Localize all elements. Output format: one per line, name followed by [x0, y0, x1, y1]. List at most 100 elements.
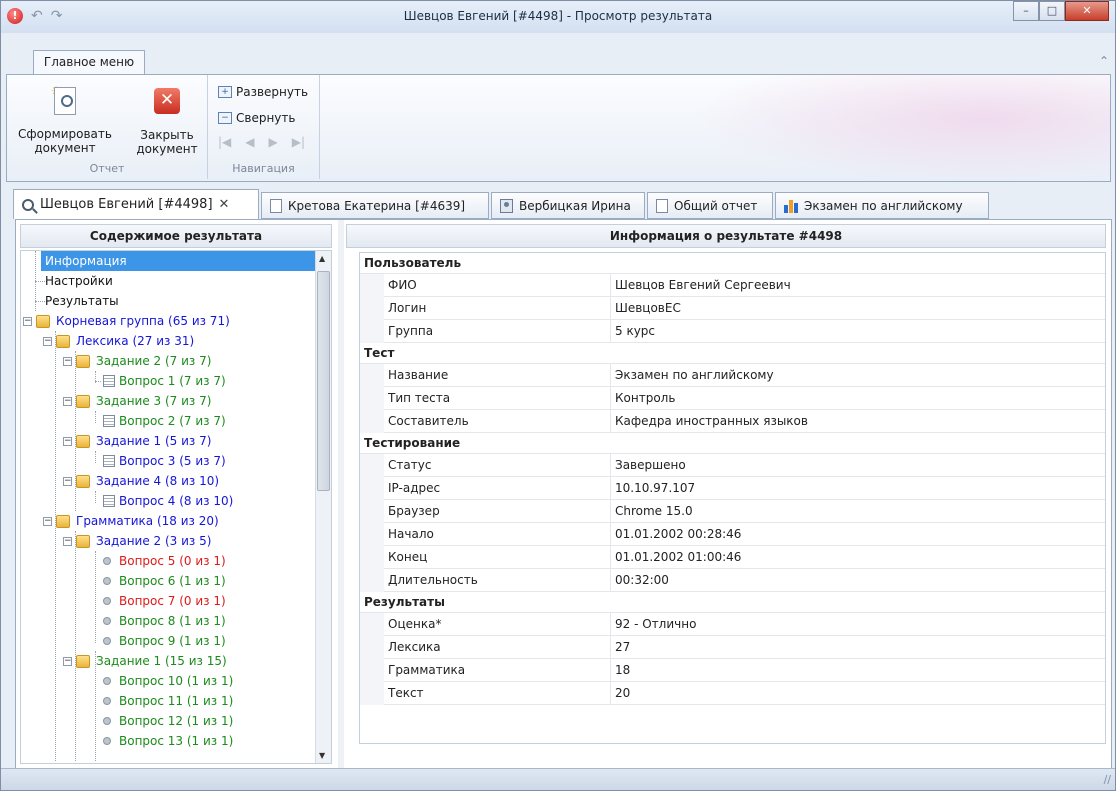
tree-item-question[interactable]: Вопрос 7 (0 из 1)	[103, 591, 226, 611]
info-row: Оценка* 92 - Отлично	[384, 613, 1105, 636]
section-testing: Тестирование	[360, 433, 1105, 454]
first-record-icon[interactable]: |◀	[218, 135, 231, 149]
navigation-buttons: |◀ ◀ ▶ ▶|	[218, 135, 305, 149]
collapse-node-icon[interactable]: −	[43, 336, 52, 346]
info-value: 10.10.97.107	[610, 477, 695, 499]
next-record-icon[interactable]: ▶	[269, 135, 278, 149]
info-key: Логин	[388, 301, 427, 315]
previous-record-icon[interactable]: ◀	[245, 135, 254, 149]
scroll-down-icon[interactable]: ▼	[319, 751, 325, 760]
collapse-node-icon[interactable]: −	[63, 396, 72, 406]
folder-icon	[76, 474, 90, 488]
info-value: Chrome 15.0	[610, 500, 693, 522]
tree-item-question[interactable]: Вопрос 2 (7 из 7)	[95, 411, 226, 431]
tab-main-menu[interactable]: Главное меню	[33, 50, 145, 75]
expand-button[interactable]: + Развернуть	[218, 85, 308, 99]
info-key: Начало	[388, 527, 434, 541]
tab-english-exam[interactable]: Экзамен по английскому	[775, 192, 989, 219]
title-bar: ! ↶ ↷ Шевцов Евгений [#4498] - Просмотр …	[1, 1, 1115, 33]
info-key: Лексика	[388, 640, 441, 654]
tree-item-question[interactable]: Вопрос 6 (1 из 1)	[103, 571, 226, 591]
info-value: 92 - Отлично	[610, 613, 696, 635]
close-window-button[interactable]: ✕	[1065, 1, 1109, 21]
collapse-node-icon[interactable]: −	[63, 476, 72, 486]
folder-icon	[76, 434, 90, 448]
collapse-node-icon[interactable]: −	[23, 316, 32, 326]
collapse-label: Свернуть	[236, 111, 296, 125]
tree-item-question[interactable]: Вопрос 10 (1 из 1)	[103, 671, 233, 691]
tree-item-label: Вопрос 12 (1 из 1)	[119, 714, 234, 728]
info-key: Статус	[388, 458, 432, 472]
ribbon-group-label-navigation: Навигация	[232, 162, 295, 175]
collapse-button[interactable]: − Свернуть	[218, 111, 295, 125]
panel-splitter[interactable]	[338, 220, 344, 768]
tree-item-task[interactable]: − Задание 2 (7 из 7)	[63, 351, 211, 371]
maximize-button[interactable]: □	[1039, 1, 1065, 21]
close-document-button[interactable]: ✕ Закрыть документ	[127, 85, 207, 156]
question-radio-icon	[103, 577, 111, 585]
tree-item-lexis[interactable]: − Лексика (27 из 31)	[43, 331, 194, 351]
tab-general-report[interactable]: Общий отчет	[647, 192, 773, 219]
tree-item-root-group[interactable]: − Корневая группа (65 из 71)	[23, 311, 230, 331]
tree-item-question[interactable]: Вопрос 3 (5 из 7)	[95, 451, 226, 471]
tree-item-task[interactable]: − Задание 1 (15 из 15)	[63, 651, 227, 671]
tree-item-task[interactable]: − Задание 4 (8 из 10)	[63, 471, 219, 491]
info-row: Браузер Chrome 15.0	[384, 500, 1105, 523]
tab-result-4498[interactable]: Шевцов Евгений [#4498] ✕	[13, 189, 259, 219]
collapse-node-icon[interactable]: −	[63, 656, 72, 666]
collapse-ribbon-icon[interactable]: ⌃	[1099, 54, 1109, 68]
close-document-label-2: документ	[136, 142, 198, 156]
tree-item-label: Задание 4 (8 из 10)	[96, 474, 220, 488]
ribbon-tab-strip: Главное меню ⌃	[1, 33, 1115, 75]
user-card-icon	[500, 198, 513, 213]
tree-item-task[interactable]: − Задание 1 (5 из 7)	[63, 431, 211, 451]
tree-item-label: Вопрос 4 (8 из 10)	[119, 494, 234, 508]
info-key: Длительность	[388, 573, 478, 587]
collapse-node-icon[interactable]: −	[63, 436, 72, 446]
form-document-button[interactable]: ✳ Сформировать документ	[9, 84, 121, 155]
ribbon-group-navigation: + Развернуть − Свернуть |◀ ◀ ▶ ▶| Навига…	[208, 75, 320, 179]
tree-item-label: Грамматика (18 из 20)	[76, 514, 219, 528]
tab-result-4639[interactable]: Кретова Екатерина [#4639]	[261, 192, 489, 219]
resize-grip-icon[interactable]: ∕∕	[1104, 773, 1111, 786]
tree-item-question[interactable]: Вопрос 13 (1 из 1)	[103, 731, 233, 751]
tree-item-label: Вопрос 8 (1 из 1)	[119, 614, 226, 628]
minimize-button[interactable]: –	[1013, 1, 1039, 21]
tree-item-question[interactable]: Вопрос 12 (1 из 1)	[103, 711, 233, 731]
info-row: IP-адрес 10.10.97.107	[384, 477, 1105, 500]
result-tree[interactable]: Информация Настройки Результаты − Корнев…	[20, 250, 332, 764]
question-radio-icon	[103, 557, 111, 565]
tree-item-info[interactable]: Информация	[41, 251, 331, 271]
tab-verbitskaya[interactable]: Вербицкая Ирина	[491, 192, 645, 219]
tree-item-settings[interactable]: Настройки	[45, 271, 113, 291]
document-tab-strip: Шевцов Евгений [#4498] ✕ Кретова Екатери…	[13, 189, 1113, 219]
info-value: 01.01.2002 00:28:46	[610, 523, 741, 545]
tab-label: Кретова Екатерина [#4639]	[288, 198, 466, 213]
tree-item-results[interactable]: Результаты	[45, 291, 119, 311]
info-row: Длительность 00:32:00	[384, 569, 1105, 592]
collapse-node-icon[interactable]: −	[43, 516, 52, 526]
info-value: ШевцовЕС	[610, 297, 681, 319]
indent-bar	[360, 364, 384, 433]
scroll-up-icon[interactable]: ▲	[319, 254, 325, 263]
tab-label: Экзамен по английскому	[804, 198, 963, 213]
collapse-node-icon[interactable]: −	[63, 536, 72, 546]
last-record-icon[interactable]: ▶|	[292, 135, 305, 149]
collapse-node-icon[interactable]: −	[63, 356, 72, 366]
tree-item-task[interactable]: − Задание 2 (3 из 5)	[63, 531, 211, 551]
tree-item-task[interactable]: − Задание 3 (7 из 7)	[63, 391, 211, 411]
tab-label: Шевцов Евгений [#4498]	[40, 197, 213, 212]
section-test: Тест	[360, 343, 1105, 364]
close-tab-icon[interactable]: ✕	[219, 197, 230, 212]
tree-item-question[interactable]: Вопрос 4 (8 из 10)	[95, 491, 233, 511]
tree-item-grammar[interactable]: − Грамматика (18 из 20)	[43, 511, 219, 531]
tree-scrollbar[interactable]: ▲ ▼	[315, 251, 331, 763]
tree-item-question[interactable]: Вопрос 8 (1 из 1)	[103, 611, 226, 631]
tree-item-question[interactable]: Вопрос 5 (0 из 1)	[103, 551, 226, 571]
tree-item-question[interactable]: Вопрос 1 (7 из 7)	[95, 371, 226, 391]
tree-item-question[interactable]: Вопрос 9 (1 из 1)	[103, 631, 226, 651]
scrollbar-thumb[interactable]	[317, 271, 330, 491]
tree-item-question[interactable]: Вопрос 11 (1 из 1)	[103, 691, 233, 711]
indent-bar	[360, 454, 384, 592]
info-header: Информация о результате #4498	[346, 224, 1106, 248]
